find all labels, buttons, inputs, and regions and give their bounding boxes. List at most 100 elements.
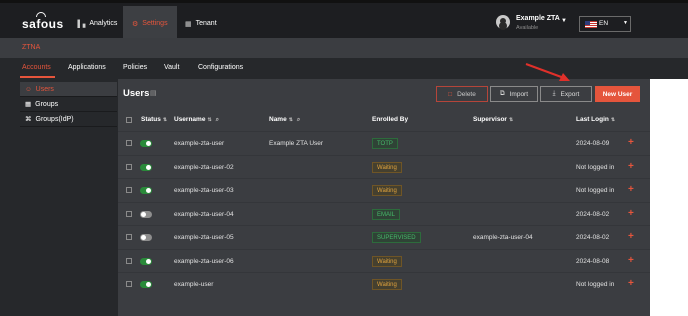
sort-icon: ⇅: [508, 117, 514, 123]
username-cell[interactable]: example-zta-user-04: [174, 211, 234, 218]
last-login-cell: 2024-08-02: [576, 210, 610, 218]
column-label: Username: [174, 116, 206, 123]
status-toggle[interactable]: [140, 140, 152, 147]
import-button[interactable]: ⧉ Import: [490, 86, 538, 102]
row-checkbox[interactable]: [126, 210, 132, 217]
add-icon[interactable]: +: [628, 161, 634, 172]
export-button-label: Export: [560, 90, 580, 98]
sidebar-item-groups-idp[interactable]: ⌘ Groups(IdP): [20, 112, 117, 127]
column-username[interactable]: Username ⇅ ⌕: [174, 116, 219, 124]
import-icon: ⧉: [499, 90, 505, 97]
row-checkbox[interactable]: [126, 281, 132, 287]
column-supervisor[interactable]: Supervisor ⇅: [473, 116, 513, 123]
table-row[interactable]: example-zta-user-03 Waiting Not logged in +: [118, 178, 650, 201]
table-row[interactable]: example-zta-user-05 SUPERVISED example-zta…: [118, 225, 650, 248]
row-checkbox[interactable]: [126, 257, 132, 264]
export-button[interactable]: ⤓ Export: [540, 86, 592, 102]
row-checkbox[interactable]: [126, 140, 132, 146]
row-checkbox[interactable]: [126, 187, 132, 193]
tab-vault[interactable]: Vault: [164, 64, 179, 71]
table-row[interactable]: example-zta-user-02 Waiting Not logged in +: [118, 154, 650, 178]
column-last-login[interactable]: Last Login ⇅: [576, 116, 615, 123]
toggle-knob: [146, 282, 151, 287]
chevron-down-icon: ▼: [561, 18, 567, 24]
column-name[interactable]: Name ⇅ ⌕: [269, 116, 300, 124]
last-login-cell: 2024-08-09: [576, 140, 610, 147]
user-name: Example ZTA: [516, 15, 560, 22]
last-login-cell: Not logged in: [576, 163, 615, 171]
table-row[interactable]: example-user Waiting Not logged in +: [118, 272, 650, 295]
add-icon[interactable]: +: [628, 231, 634, 242]
language-label: EN: [599, 20, 609, 27]
tab-configurations[interactable]: Configurations: [198, 64, 243, 71]
status-toggle[interactable]: [140, 281, 152, 288]
user-status: Available: [516, 25, 539, 31]
table-header: Status ⇅ Username ⇅ ⌕ Name ⇅ ⌕ Enrolled By Su…: [118, 110, 650, 130]
enrolled-by-badge: Waiting: [372, 185, 402, 196]
table-row[interactable]: example-zta-user-04 EMAIL 2024-08-02 +: [118, 201, 650, 225]
toggle-knob: [146, 188, 151, 193]
new-user-button[interactable]: New User: [595, 86, 640, 102]
enrolled-by-badge: EMAIL: [372, 208, 401, 220]
username-cell[interactable]: example-zta-user: [174, 140, 224, 147]
nav-tenant[interactable]: ▦ Tenant: [185, 6, 217, 41]
table-row[interactable]: example-zta-user Example ZTA User TOTP 2024…: [118, 131, 650, 154]
top-navigation-bar: safous ▐▗ Analytics ⚙ Settings ▦ Tenant …: [0, 0, 688, 41]
status-toggle[interactable]: [140, 257, 152, 265]
groups-icon: ▦: [25, 101, 32, 108]
status-toggle[interactable]: [140, 210, 152, 218]
nav-settings[interactable]: ⚙ Settings: [123, 6, 177, 41]
sidebar-item-label: Groups(IdP): [35, 115, 74, 123]
sidebar-item-label: Users: [35, 85, 54, 93]
tab-applications[interactable]: Applications: [68, 64, 106, 71]
last-login-cell: 2024-08-02: [576, 234, 610, 241]
sort-icon: ⇅: [207, 117, 212, 123]
search-icon[interactable]: ⌕: [297, 117, 300, 123]
sidebar-item-users[interactable]: ☺ Users: [20, 82, 117, 97]
list-icon[interactable]: ▤: [150, 89, 157, 97]
status-toggle[interactable]: [140, 163, 152, 171]
add-icon[interactable]: +: [628, 184, 634, 195]
add-icon[interactable]: +: [628, 208, 634, 219]
table-row[interactable]: example-zta-user-06 Waiting 2024-08-08 +: [118, 248, 650, 272]
logo-text: safous: [22, 17, 64, 31]
username-cell[interactable]: example-user: [174, 281, 213, 288]
page-background: [650, 79, 688, 316]
avatar: [496, 15, 510, 29]
language-select[interactable]: EN ▼: [579, 16, 631, 32]
username-cell[interactable]: example-zta-user-05: [174, 234, 234, 241]
add-icon[interactable]: +: [628, 137, 634, 148]
column-enrolled-by: Enrolled By: [372, 116, 409, 123]
toggle-knob: [146, 141, 151, 146]
status-toggle[interactable]: [140, 234, 152, 241]
username-cell[interactable]: example-zta-user-02: [174, 164, 234, 171]
safous-logo[interactable]: safous: [22, 11, 64, 31]
annotation-arrow-icon: [525, 63, 570, 81]
add-icon[interactable]: +: [628, 278, 634, 289]
column-label: Name: [269, 116, 287, 123]
network-icon: ⌘: [25, 116, 32, 123]
column-label: Status: [141, 116, 161, 123]
row-checkbox[interactable]: [126, 234, 132, 240]
column-status[interactable]: Status ⇅: [141, 116, 167, 123]
section-bar: ZTNA: [0, 38, 688, 58]
username-cell[interactable]: example-zta-user-03: [174, 187, 234, 194]
chevron-down-icon: ▼: [623, 20, 628, 26]
select-all-checkbox[interactable]: [126, 117, 132, 123]
sort-icon: ⇅: [610, 117, 616, 123]
tab-accounts[interactable]: Accounts: [22, 64, 51, 71]
add-icon[interactable]: +: [628, 255, 634, 266]
section-title: ZTNA: [22, 44, 41, 51]
nav-settings-label: Settings: [142, 20, 168, 27]
status-toggle[interactable]: [140, 187, 152, 194]
delete-button[interactable]: □ Delete: [436, 86, 488, 102]
supervisor-cell: example-zta-user-04: [473, 234, 533, 241]
nav-analytics[interactable]: ▐▗ Analytics: [75, 6, 117, 41]
search-icon[interactable]: ⌕: [216, 117, 219, 123]
us-flag-icon: [585, 21, 597, 28]
username-cell[interactable]: example-zta-user-06: [174, 258, 234, 265]
last-login-cell: 2024-08-08: [576, 257, 610, 265]
sidebar-item-groups[interactable]: ▦ Groups: [20, 97, 117, 112]
tab-policies[interactable]: Policies: [123, 64, 147, 71]
row-checkbox[interactable]: [126, 163, 132, 170]
